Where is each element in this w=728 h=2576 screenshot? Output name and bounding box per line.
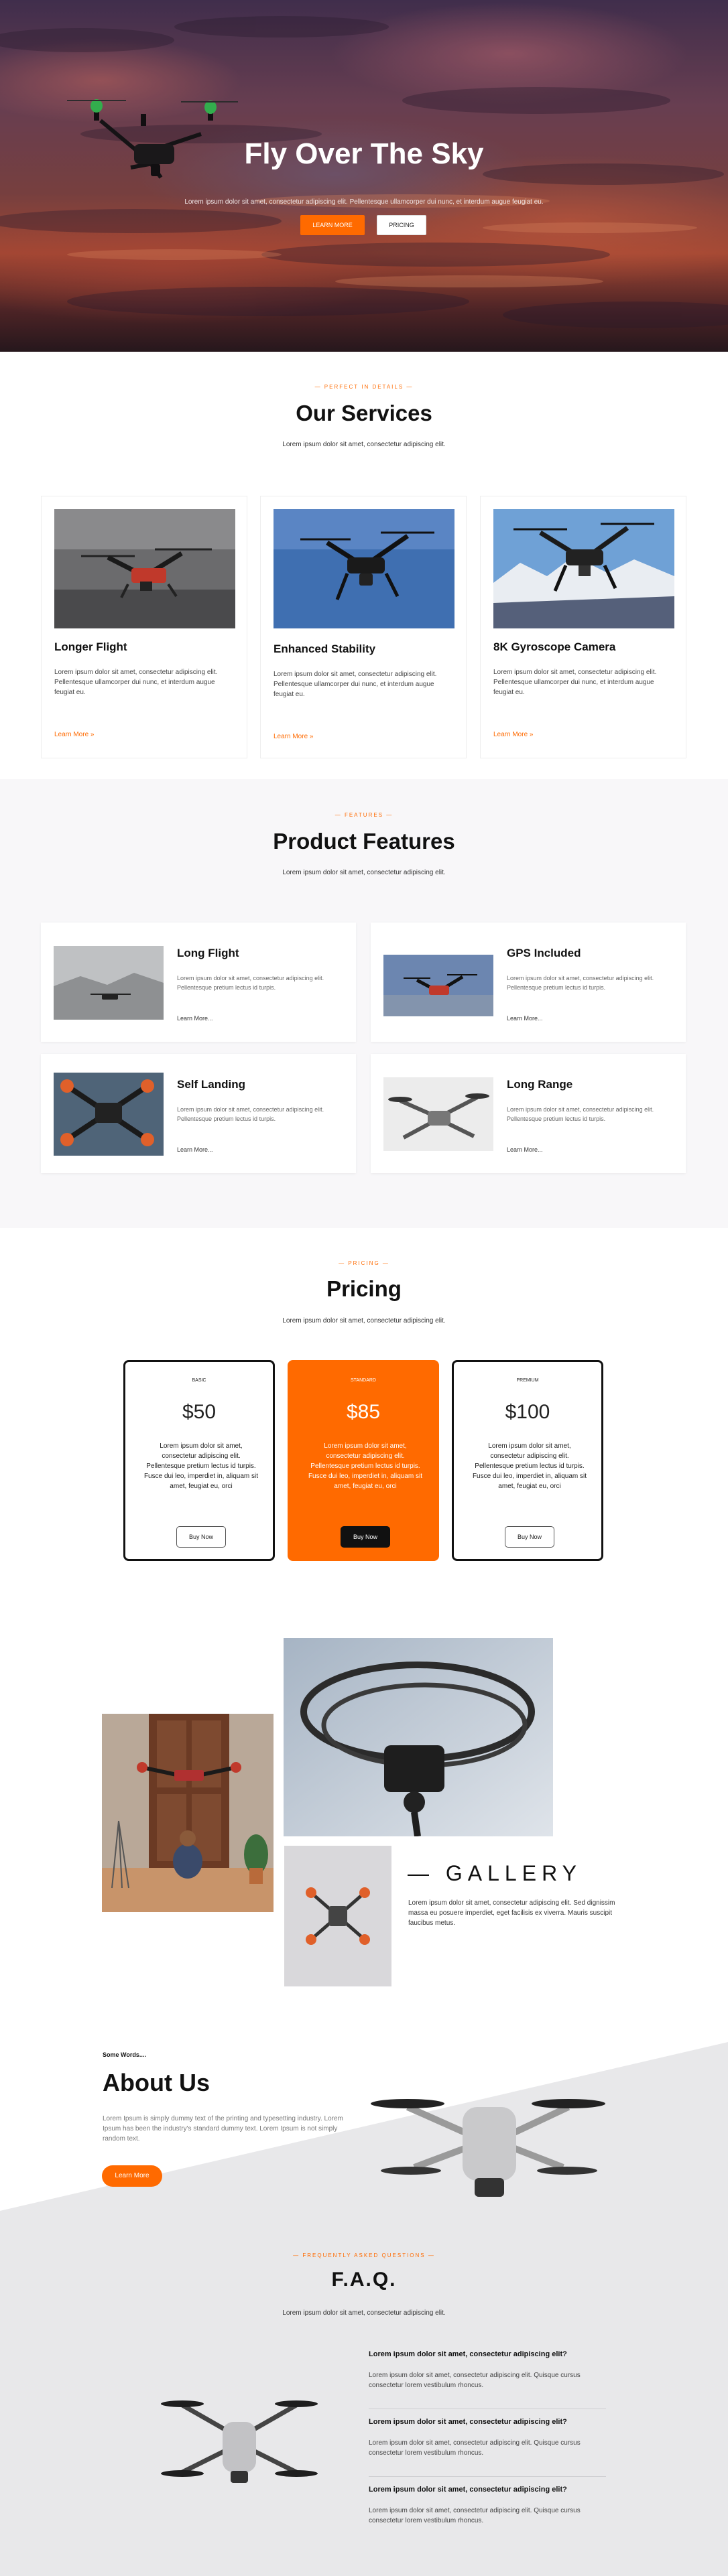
drone-image — [54, 1073, 164, 1156]
feature-text: Lorem ipsum dolor sit amet, consectetur … — [177, 1106, 324, 1122]
about-title: About Us — [103, 2069, 210, 2096]
features-eyebrow: — FEATURES — — [335, 812, 393, 818]
services-eyebrow: — PERFECT IN DETAILS — — [314, 384, 414, 390]
buy-now-button[interactable]: Buy Now — [341, 1526, 390, 1548]
feature-card-gps-included: GPS Included Lorem ipsum dolor sit amet,… — [371, 923, 686, 1042]
service-learn-more-link[interactable]: Learn More » — [274, 733, 313, 740]
service-text: Lorem ipsum dolor sit amet, consectetur … — [54, 669, 218, 696]
pricing-title: Pricing — [326, 1276, 402, 1301]
faq-divider — [369, 2476, 606, 2477]
plan-description: Lorem ipsum dolor sit amet, consectetur … — [143, 1442, 259, 1490]
plan-price: $85 — [346, 1401, 381, 1423]
service-card-enhanced-stability: Enhanced Stability Lorem ipsum dolor sit… — [260, 496, 467, 758]
feature-learn-more-link[interactable]: Learn More... — [507, 1146, 543, 1153]
service-title: 8K Gyroscope Camera — [493, 640, 616, 653]
pricing-eyebrow: — PRICING — — [339, 1260, 389, 1266]
pricing-card-standard: STANDARD $85 Lorem ipsum dolor sit amet,… — [288, 1360, 439, 1561]
feature-learn-more-link[interactable]: Learn More... — [507, 1015, 543, 1022]
features-subtitle: Lorem ipsum dolor sit amet, consectetur … — [282, 869, 446, 876]
pricing-subtitle: Lorem ipsum dolor sit amet, consectetur … — [282, 1317, 446, 1325]
plan-tier: STANDARD — [351, 1378, 376, 1383]
service-text: Lorem ipsum dolor sit amet, consectetur … — [274, 671, 437, 698]
services-subtitle: Lorem ipsum dolor sit amet, consectetur … — [282, 441, 446, 448]
hero-section: Fly Over The Sky Lorem ipsum dolor sit a… — [0, 0, 728, 352]
plan-description: Lorem ipsum dolor sit amet, consectetur … — [472, 1442, 587, 1490]
features-title: Product Features — [273, 829, 455, 854]
faq-answer: Lorem ipsum dolor sit amet, consectetur … — [369, 2507, 581, 2524]
faq-drone-image — [161, 2400, 318, 2483]
feature-card-self-landing: Self Landing Lorem ipsum dolor sit amet,… — [41, 1054, 356, 1173]
faq-subtitle: Lorem ipsum dolor sit amet, consectetur … — [282, 2309, 446, 2317]
service-title: Longer Flight — [54, 640, 127, 653]
buy-now-button[interactable]: Buy Now — [176, 1526, 226, 1548]
feature-learn-more-link[interactable]: Learn More... — [177, 1146, 213, 1153]
drone-image — [493, 509, 674, 628]
hero-title: Fly Over The Sky — [244, 137, 484, 170]
feature-title: Long Flight — [177, 947, 239, 959]
learn-more-button[interactable]: LEARN MORE — [300, 215, 365, 235]
feature-title: Long Range — [507, 1078, 573, 1091]
plan-tier: BASIC — [192, 1378, 206, 1383]
feature-card-long-flight: Long Flight Lorem ipsum dolor sit amet, … — [41, 923, 356, 1042]
plan-tier: PREMIUM — [516, 1378, 539, 1383]
plan-description: Lorem ipsum dolor sit amet, consectetur … — [308, 1442, 423, 1490]
service-card-gyroscope-camera: 8K Gyroscope Camera Lorem ipsum dolor si… — [480, 496, 686, 758]
buy-now-button[interactable]: Buy Now — [505, 1526, 554, 1548]
gallery-image-drone-top — [284, 1846, 391, 1986]
feature-text: Lorem ipsum dolor sit amet, consectetur … — [507, 975, 654, 991]
faq-question[interactable]: Lorem ipsum dolor sit amet, consectetur … — [369, 2418, 610, 2426]
gallery-title: — GALLERY — [408, 1861, 582, 1885]
hero-overlay — [0, 0, 728, 352]
pricing-card-premium: PREMIUM $100 Lorem ipsum dolor sit amet,… — [452, 1360, 603, 1561]
service-text: Lorem ipsum dolor sit amet, consectetur … — [493, 669, 657, 696]
pricing-card-basic: BASIC $50 Lorem ipsum dolor sit amet, co… — [123, 1360, 275, 1561]
hero-subtitle: Lorem ipsum dolor sit amet, consectetur … — [184, 198, 544, 206]
drone-image — [383, 1077, 493, 1151]
faq-title: F.A.Q. — [331, 2268, 397, 2291]
faq-question[interactable]: Lorem ipsum dolor sit amet, consectetur … — [369, 2486, 610, 2494]
plan-price: $50 — [182, 1401, 217, 1423]
about-text: Lorem Ipsum is simply dummy text of the … — [103, 2115, 343, 2143]
faq-question[interactable]: Lorem ipsum dolor sit amet, consectetur … — [369, 2350, 610, 2358]
feature-title: Self Landing — [177, 1078, 245, 1091]
drone-image — [383, 955, 493, 1016]
gallery-image-pilot — [102, 1714, 274, 1912]
feature-text: Lorem ipsum dolor sit amet, consectetur … — [507, 1106, 654, 1122]
plan-price: $100 — [505, 1401, 550, 1423]
about-learn-more-button[interactable]: Learn More — [102, 2165, 162, 2187]
gallery-image-drone-closeup — [284, 1638, 553, 1836]
pricing-button[interactable]: PRICING — [377, 215, 426, 235]
feature-text: Lorem ipsum dolor sit amet, consectetur … — [177, 975, 324, 991]
feature-title: GPS Included — [507, 947, 581, 959]
service-learn-more-link[interactable]: Learn More » — [493, 731, 533, 738]
services-title: Our Services — [296, 401, 432, 425]
feature-card-long-range: Long Range Lorem ipsum dolor sit amet, c… — [371, 1054, 686, 1173]
about-drone-image — [371, 2099, 605, 2197]
drone-image — [274, 509, 454, 628]
service-title: Enhanced Stability — [274, 642, 376, 655]
gallery-text: Lorem ipsum dolor sit amet, consectetur … — [408, 1899, 615, 1927]
feature-learn-more-link[interactable]: Learn More... — [177, 1015, 213, 1022]
service-learn-more-link[interactable]: Learn More » — [54, 731, 94, 738]
faq-answer: Lorem ipsum dolor sit amet, consectetur … — [369, 2439, 581, 2457]
service-card-longer-flight: Longer Flight Lorem ipsum dolor sit amet… — [41, 496, 247, 758]
about-kicker: Some Words.... — [103, 2051, 146, 2058]
drone-image — [54, 509, 235, 628]
drone-image — [54, 946, 164, 1020]
faq-answer: Lorem ipsum dolor sit amet, consectetur … — [369, 2372, 581, 2389]
faq-section — [0, 2211, 728, 2576]
faq-eyebrow: — FREQUENTLY ASKED QUESTIONS — — [293, 2252, 435, 2258]
